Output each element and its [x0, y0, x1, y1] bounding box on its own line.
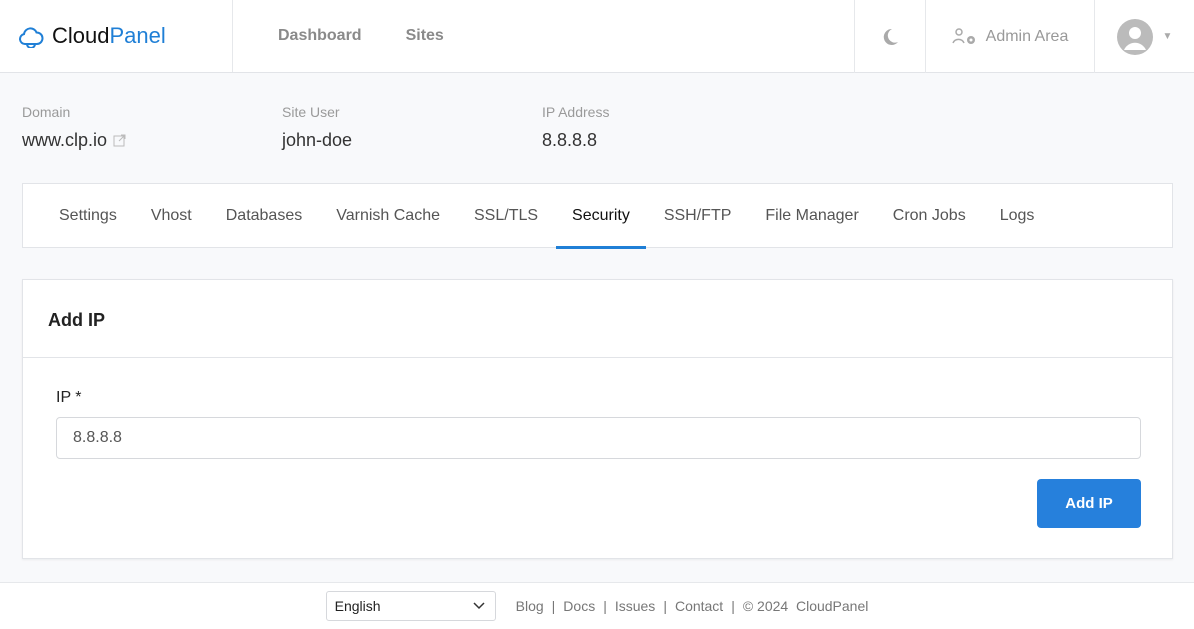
- ip-address-value: 8.8.8.8: [542, 130, 598, 150]
- domain-label: Domain: [22, 104, 71, 120]
- language-value: English: [334, 598, 381, 614]
- tab-databases[interactable]: Databases: [210, 184, 319, 248]
- nav-sites[interactable]: Sites: [406, 27, 444, 45]
- tab-ssl-tls[interactable]: SSL/TLS: [458, 184, 554, 248]
- separator: |: [603, 598, 607, 614]
- footer-link-issues[interactable]: Issues: [615, 598, 655, 614]
- ip-address-label: IP Address: [542, 104, 610, 120]
- tab-varnish-cache[interactable]: Varnish Cache: [320, 184, 456, 248]
- language-select[interactable]: English: [325, 591, 496, 621]
- users-gear-icon: [951, 27, 975, 44]
- separator: |: [663, 598, 667, 614]
- dark-mode-toggle[interactable]: [854, 0, 925, 73]
- tab-settings[interactable]: Settings: [43, 184, 133, 248]
- footer-link-docs[interactable]: Docs: [563, 598, 595, 614]
- tab-logs[interactable]: Logs: [984, 184, 1051, 248]
- admin-area-link[interactable]: Admin Area: [925, 0, 1094, 73]
- footer: English Blog | Docs | Issues | Contact | © 2…: [0, 582, 1194, 629]
- copyright: © 2024 CloudPanel: [742, 598, 869, 614]
- caret-down-icon: ▼: [1162, 31, 1173, 42]
- domain-link[interactable]: www.clp.io: [22, 130, 107, 151]
- tab-vhost[interactable]: Vhost: [135, 184, 208, 248]
- add-ip-card: Add IP IP * Add IP: [22, 279, 1173, 559]
- nav-dashboard[interactable]: Dashboard: [278, 27, 362, 45]
- ip-field-label: IP *: [56, 389, 82, 406]
- chevron-down-icon: [473, 602, 485, 610]
- brand-panel: Panel: [109, 23, 166, 48]
- separator: |: [731, 598, 735, 614]
- tab-file-manager[interactable]: File Manager: [749, 184, 874, 248]
- site-user-label: Site User: [282, 104, 340, 120]
- brand-cloud: Cloud: [52, 23, 110, 48]
- footer-link-contact[interactable]: Contact: [675, 598, 723, 614]
- tab-ssh-ftp[interactable]: SSH/FTP: [648, 184, 748, 248]
- logo[interactable]: Cloud Panel: [0, 0, 233, 72]
- ip-input[interactable]: [56, 417, 1141, 459]
- site-tabs: Settings Vhost Databases Varnish Cache S…: [22, 183, 1173, 249]
- site-info: Domain www.clp.io Site User john-doe IP Ad…: [22, 104, 802, 151]
- user-menu[interactable]: ▼: [1094, 0, 1194, 73]
- cloud-icon: [19, 27, 44, 48]
- site-user-value: john-doe: [282, 130, 353, 150]
- admin-area-label: Admin Area: [985, 27, 1069, 45]
- add-ip-button[interactable]: Add IP: [1037, 479, 1141, 528]
- tab-cron-jobs[interactable]: Cron Jobs: [877, 184, 982, 248]
- avatar-icon: [1116, 18, 1153, 55]
- tab-security[interactable]: Security: [556, 184, 646, 249]
- footer-link-blog[interactable]: Blog: [516, 598, 544, 614]
- top-bar: Cloud Panel Dashboard Sites Admin Area ▼: [0, 0, 1194, 73]
- card-title: Add IP: [23, 280, 1172, 358]
- moon-icon: [883, 28, 898, 45]
- external-link-icon[interactable]: [113, 134, 126, 147]
- separator: |: [551, 598, 556, 614]
